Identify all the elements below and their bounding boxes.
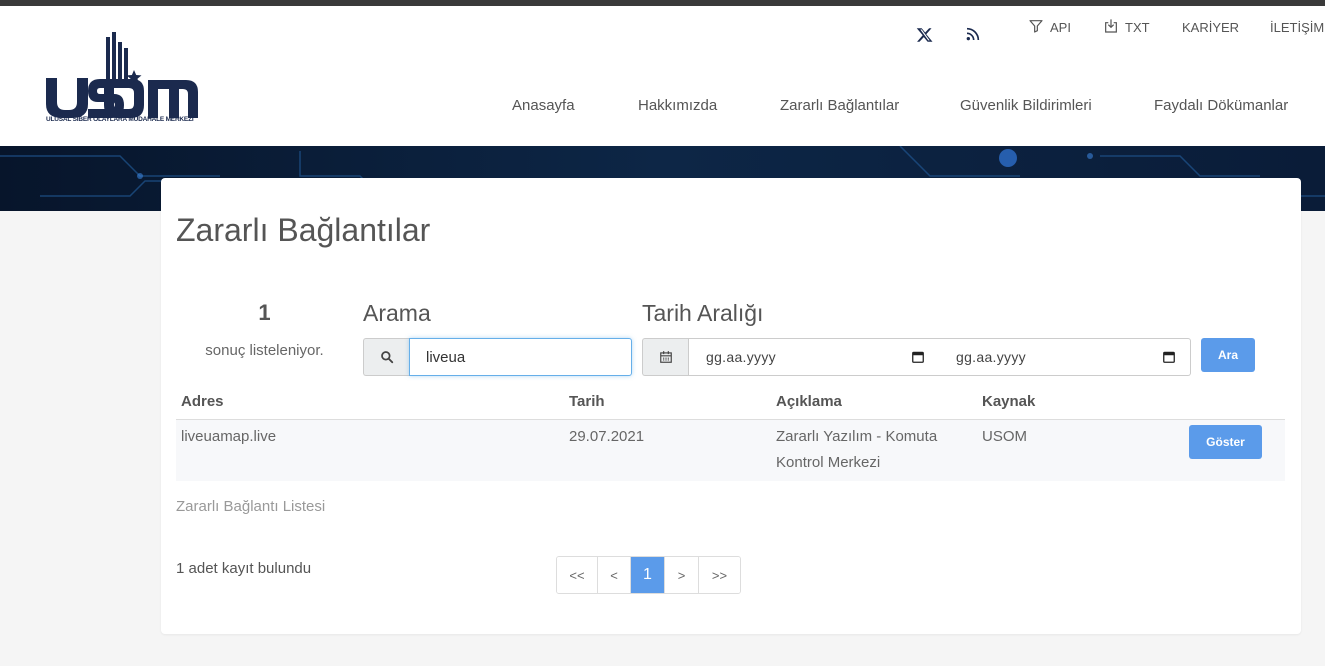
site-header: ULUSAL SİBER OLAYLARA MÜDAHALE MERKEZİ A… [0, 6, 1325, 146]
cell-address: liveuamap.live [181, 428, 277, 445]
results-table: Adres Tarih Açıklama Kaynak liveuamap.li… [176, 388, 1285, 481]
column-header-adres: Adres [181, 393, 224, 410]
table-row: liveuamap.live 29.07.2021 Zararlı Yazılı… [176, 420, 1285, 481]
date-end-placeholder: gg.aa.yyyy [956, 349, 1026, 365]
show-button[interactable]: Göster [1189, 425, 1262, 459]
x-twitter-link[interactable] [916, 26, 934, 44]
page-first[interactable]: << [557, 557, 598, 593]
date-start-input[interactable]: gg.aa.yyyy [688, 338, 940, 376]
nav-anasayfa[interactable]: Anasayfa [512, 97, 575, 114]
date-end-input[interactable]: gg.aa.yyyy [939, 338, 1191, 376]
x-twitter-icon [916, 28, 933, 42]
nav-faydali-dokumanlar[interactable]: Faydalı Dökümanlar [1154, 97, 1288, 114]
search-label: Arama [363, 300, 431, 326]
result-count: 1 [258, 300, 271, 325]
date-range-label: Tarih Aralığı [642, 300, 764, 326]
column-header-kaynak: Kaynak [982, 393, 1036, 410]
download-icon [1105, 18, 1117, 33]
txt-link[interactable]: TXT [1103, 18, 1150, 35]
page-current[interactable]: 1 [631, 557, 665, 593]
api-label: API [1050, 20, 1071, 35]
nav-zararli-baglantilar[interactable]: Zararlı Bağlantılar [780, 97, 899, 114]
kariyer-label: KARİYER [1182, 20, 1240, 35]
calendar-addon [642, 338, 689, 376]
filter-icon [1029, 19, 1043, 33]
page-last[interactable]: >> [699, 557, 740, 593]
pagination: << < 1 > >> [556, 556, 741, 594]
logo-subtitle: ULUSAL SİBER OLAYLARA MÜDAHALE MERKEZİ [46, 116, 194, 123]
rss-icon [966, 27, 980, 41]
search-input[interactable] [409, 338, 632, 376]
calendar-picker-icon[interactable] [1162, 350, 1176, 364]
page-title: Zararlı Bağlantılar [176, 212, 431, 248]
txt-label: TXT [1125, 20, 1150, 35]
api-link[interactable]: API [1028, 19, 1071, 35]
cell-source: USOM [982, 428, 1027, 445]
table-header: Adres Tarih Açıklama Kaynak [176, 388, 1285, 420]
content-card: Zararlı Bağlantılar 1 sonuç listeleniyor… [161, 178, 1301, 634]
kariyer-link[interactable]: KARİYER [1182, 20, 1239, 35]
search-icon [381, 351, 394, 364]
iletisim-link[interactable]: İLETİŞİM [1270, 20, 1324, 35]
calendar-icon [660, 351, 672, 363]
search-button[interactable]: Ara [1201, 338, 1255, 372]
nav-hakkimizda[interactable]: Hakkımızda [638, 97, 717, 114]
calendar-picker-icon[interactable] [911, 350, 925, 364]
date-start-placeholder: gg.aa.yyyy [706, 349, 776, 365]
rss-link[interactable] [965, 26, 981, 42]
records-found: 1 adet kayıt bulundu [176, 560, 312, 577]
page-next[interactable]: > [665, 557, 699, 593]
column-header-aciklama: Açıklama [776, 393, 842, 410]
usom-logo-mark [46, 32, 198, 118]
usom-logo[interactable]: ULUSAL SİBER OLAYLARA MÜDAHALE MERKEZİ [42, 32, 202, 132]
column-header-tarih: Tarih [569, 393, 605, 410]
search-addon [363, 338, 410, 376]
iletisim-label: İLETİŞİM [1270, 20, 1325, 35]
cell-date: 29.07.2021 [569, 428, 645, 445]
result-count-label: sonuç listeleniyor. [205, 342, 324, 359]
page-prev[interactable]: < [598, 557, 631, 593]
cell-description: Zararlı Yazılım - Komuta Kontrol Merkezi [776, 428, 938, 471]
malicious-list-link[interactable]: Zararlı Bağlantı Listesi [176, 498, 325, 515]
nav-guvenlik-bildirimleri[interactable]: Güvenlik Bildirimleri [960, 97, 1092, 114]
